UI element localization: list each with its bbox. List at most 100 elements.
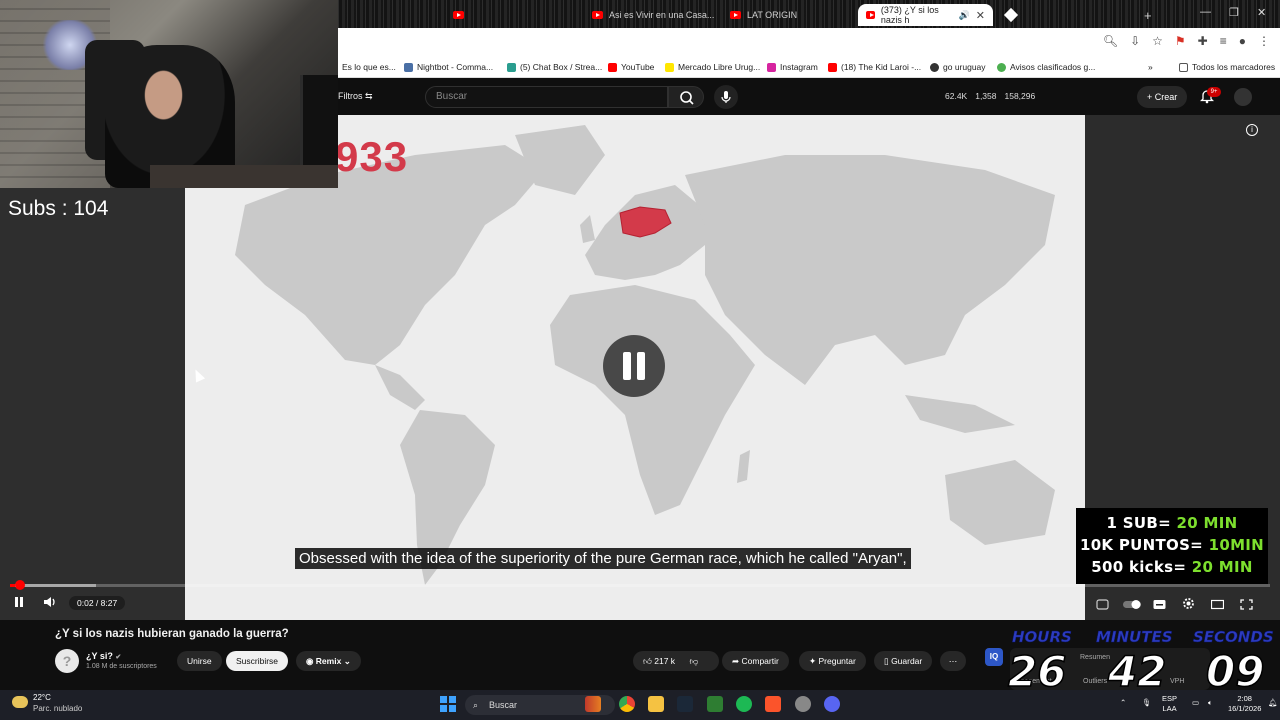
video-frame[interactable]: 933 <box>185 115 1085 620</box>
extensions-puzzle-icon[interactable]: ✚ <box>1198 34 1208 48</box>
more-bookmarks-icon[interactable]: » <box>1148 62 1153 72</box>
search-button[interactable] <box>668 86 704 108</box>
dislike-button[interactable]: 👎︎ <box>689 656 698 666</box>
voice-search-button[interactable] <box>714 85 738 109</box>
bookmark-item[interactable]: Mercado Libre Urug... <box>665 62 760 72</box>
minimize-icon[interactable]: — <box>1200 6 1211 18</box>
share-button[interactable]: ➦ Compartir <box>722 651 789 671</box>
info-icon[interactable]: i <box>1246 124 1258 136</box>
xbox-icon[interactable] <box>707 696 723 712</box>
install-icon[interactable]: ⇩ <box>1130 34 1140 48</box>
fullscreen-icon[interactable] <box>1240 597 1253 610</box>
youtube-favicon-icon <box>592 11 603 19</box>
autoplay-toggle[interactable] <box>1122 597 1142 609</box>
channel-stats: 62.4K 1,358 158,296 <box>945 91 1035 101</box>
bookmark-item[interactable]: (18) The Kid Laroi -... <box>828 62 921 72</box>
microphone-tray-icon[interactable]: 🎙︎ <box>1142 698 1152 708</box>
join-button[interactable]: Unirse <box>177 651 222 671</box>
pause-button[interactable] <box>12 595 26 612</box>
sliders-icon: ⇆ <box>365 91 373 101</box>
account-avatar[interactable] <box>1234 88 1252 106</box>
timer-minutes: 42 <box>1107 647 1167 697</box>
weather-partly-cloudy-icon[interactable] <box>12 696 28 708</box>
search-input[interactable]: Buscar <box>425 86 668 108</box>
chrome-icon[interactable] <box>619 696 635 712</box>
speaker-icon[interactable]: 🔊 <box>959 10 970 21</box>
start-button[interactable] <box>440 696 456 712</box>
video-progress-bar[interactable] <box>10 580 1270 590</box>
save-button[interactable]: ▯ Guardar <box>874 651 933 671</box>
remix-button[interactable]: ◉ Remix ⌄ <box>296 651 361 671</box>
bookmark-star-icon[interactable]: ☆ <box>1152 34 1163 48</box>
theater-mode-icon[interactable] <box>1210 597 1225 610</box>
pause-overlay-button[interactable] <box>603 335 665 397</box>
ask-button[interactable]: ✦ Preguntar <box>799 651 866 671</box>
extension-logo-icon[interactable]: IQ <box>985 648 1003 666</box>
bookmark-item[interactable]: go uruguay <box>930 62 986 72</box>
media-control-icon[interactable]: ≡ <box>1220 34 1227 48</box>
weather-description[interactable]: Parc. nublado <box>33 704 82 713</box>
close-tab-icon[interactable]: ✕ <box>976 9 985 22</box>
all-bookmarks[interactable]: Todos los marcadores <box>1179 62 1275 72</box>
menu-kebab-icon[interactable]: ⋮ <box>1258 34 1270 48</box>
browser-tab-active[interactable]: (373) ¿Y si los nazis h 🔊 ✕ <box>858 4 993 26</box>
browser-tab[interactable]: Asi es Vivir en una Casa... <box>584 4 722 26</box>
restore-icon[interactable]: ❐ <box>1229 6 1239 19</box>
clock[interactable]: 2:08 16/1/2026 <box>1228 694 1261 714</box>
chevron-down-icon: ⌄ <box>343 656 351 666</box>
panel-word: Resumen <box>1080 654 1110 661</box>
chili-pepper-icon[interactable] <box>585 696 601 712</box>
browser-tab[interactable]: LAT ORIGIN <box>722 4 805 26</box>
address-bar-actions: 🔍︎ ⇩ ☆ ⚑ ✚ ≡ ● ⋮ <box>1103 34 1270 48</box>
volume-tray-icon[interactable]: 🔈︎ <box>1208 698 1213 708</box>
subscribe-button[interactable]: Suscribirse <box>226 651 289 671</box>
network-icon[interactable]: ▭ <box>1192 698 1199 708</box>
africa-shape <box>550 285 755 515</box>
bookmark-item[interactable]: YouTube <box>608 62 654 72</box>
brave-icon[interactable] <box>765 696 781 712</box>
like-button[interactable]: 👍︎ 217 k <box>643 656 675 666</box>
stat-value: 1,358 <box>975 91 997 101</box>
bookmark-item[interactable]: Es lo que es... <box>342 62 396 72</box>
browser-tab[interactable] <box>998 4 1024 26</box>
bookmark-item[interactable]: Instagram <box>767 62 818 72</box>
browser-tab[interactable] <box>445 4 478 26</box>
timer-label-hours: HOURS <box>1012 628 1072 647</box>
windows-logo-icon <box>440 696 456 712</box>
filters-button[interactable]: Filtros ⇆ <box>338 91 373 102</box>
discord-icon[interactable] <box>824 696 840 712</box>
volume-button[interactable] <box>42 595 58 612</box>
profile-avatar-icon[interactable]: ● <box>1239 34 1246 48</box>
obs-icon[interactable] <box>795 696 811 712</box>
extension-red-icon[interactable]: ⚑ <box>1175 34 1186 48</box>
weather-temperature[interactable]: 22°C <box>33 693 51 702</box>
spotify-icon[interactable] <box>736 696 752 712</box>
extension-control-icon[interactable] <box>1096 597 1109 610</box>
folder-icon <box>1179 62 1188 72</box>
zoom-icon[interactable]: 🔍︎ <box>1103 34 1118 48</box>
bookmark-item[interactable]: Avisos clasificados g... <box>997 62 1095 72</box>
timer-label-minutes: MINUTES <box>1096 628 1173 647</box>
settings-gear-icon[interactable] <box>1182 597 1195 609</box>
subtitles-icon[interactable] <box>1153 597 1166 609</box>
tray-chevron-icon[interactable]: ⌃ <box>1120 698 1126 708</box>
bookmark-item[interactable]: (5) Chat Box / Strea... <box>507 62 602 72</box>
file-explorer-icon[interactable] <box>648 696 664 712</box>
timer-label-seconds: SECONDS <box>1193 628 1274 647</box>
microphone-icon <box>721 91 731 103</box>
steam-icon[interactable] <box>677 696 693 712</box>
share-arrow-icon: ➦ <box>732 656 740 666</box>
globe-icon <box>930 62 939 72</box>
madagascar-shape <box>737 450 750 483</box>
create-button[interactable]: + Crear <box>1137 86 1188 108</box>
new-tab-button[interactable]: + <box>1136 4 1160 26</box>
notification-bell-icon[interactable]: 🔔︎ <box>1268 698 1278 708</box>
thumbs-down-icon: 👎︎ <box>689 656 699 666</box>
close-window-icon[interactable]: ✕ <box>1257 6 1266 19</box>
more-actions-button[interactable]: ⋯ <box>940 651 966 671</box>
language-indicator[interactable]: ESP LAA <box>1162 694 1177 714</box>
channel-avatar[interactable]: ? <box>55 649 79 673</box>
channel-name[interactable]: ¿Y si? ✔ <box>86 651 121 661</box>
scrubber-handle[interactable] <box>15 580 26 590</box>
bookmark-item[interactable]: Nightbot - Comma... <box>404 62 493 72</box>
